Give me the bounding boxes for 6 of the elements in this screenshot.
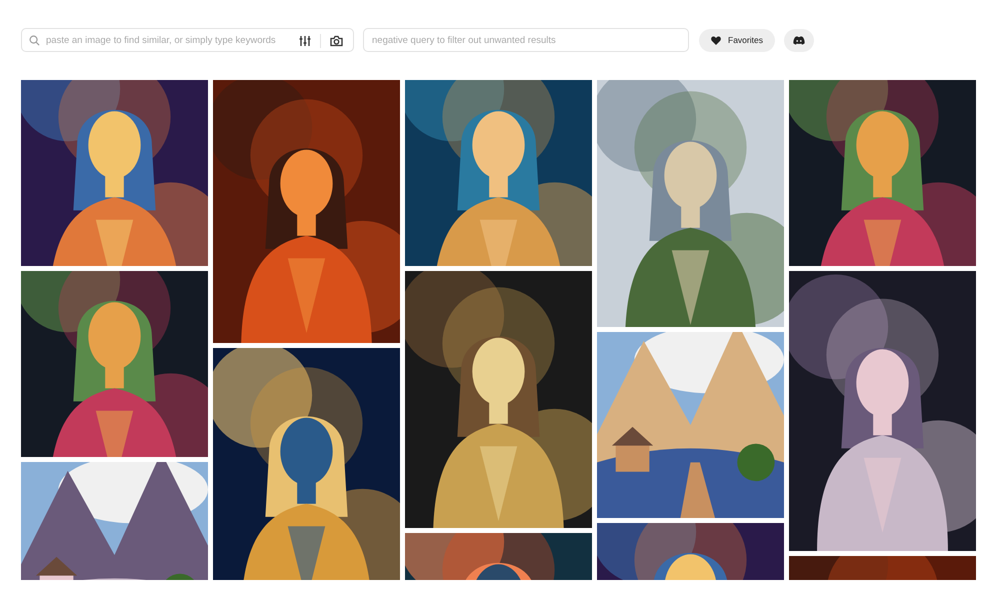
chat-button[interactable]: [784, 28, 814, 52]
favorites-button[interactable]: Favorites: [699, 28, 775, 52]
search-field[interactable]: paste an image to find similar, or simply type keywords: [21, 28, 354, 52]
heart-icon: [711, 36, 721, 44]
game-controller-icon: [792, 36, 805, 44]
negative-query-field[interactable]: negative query to filter out unwanted results: [363, 28, 689, 52]
